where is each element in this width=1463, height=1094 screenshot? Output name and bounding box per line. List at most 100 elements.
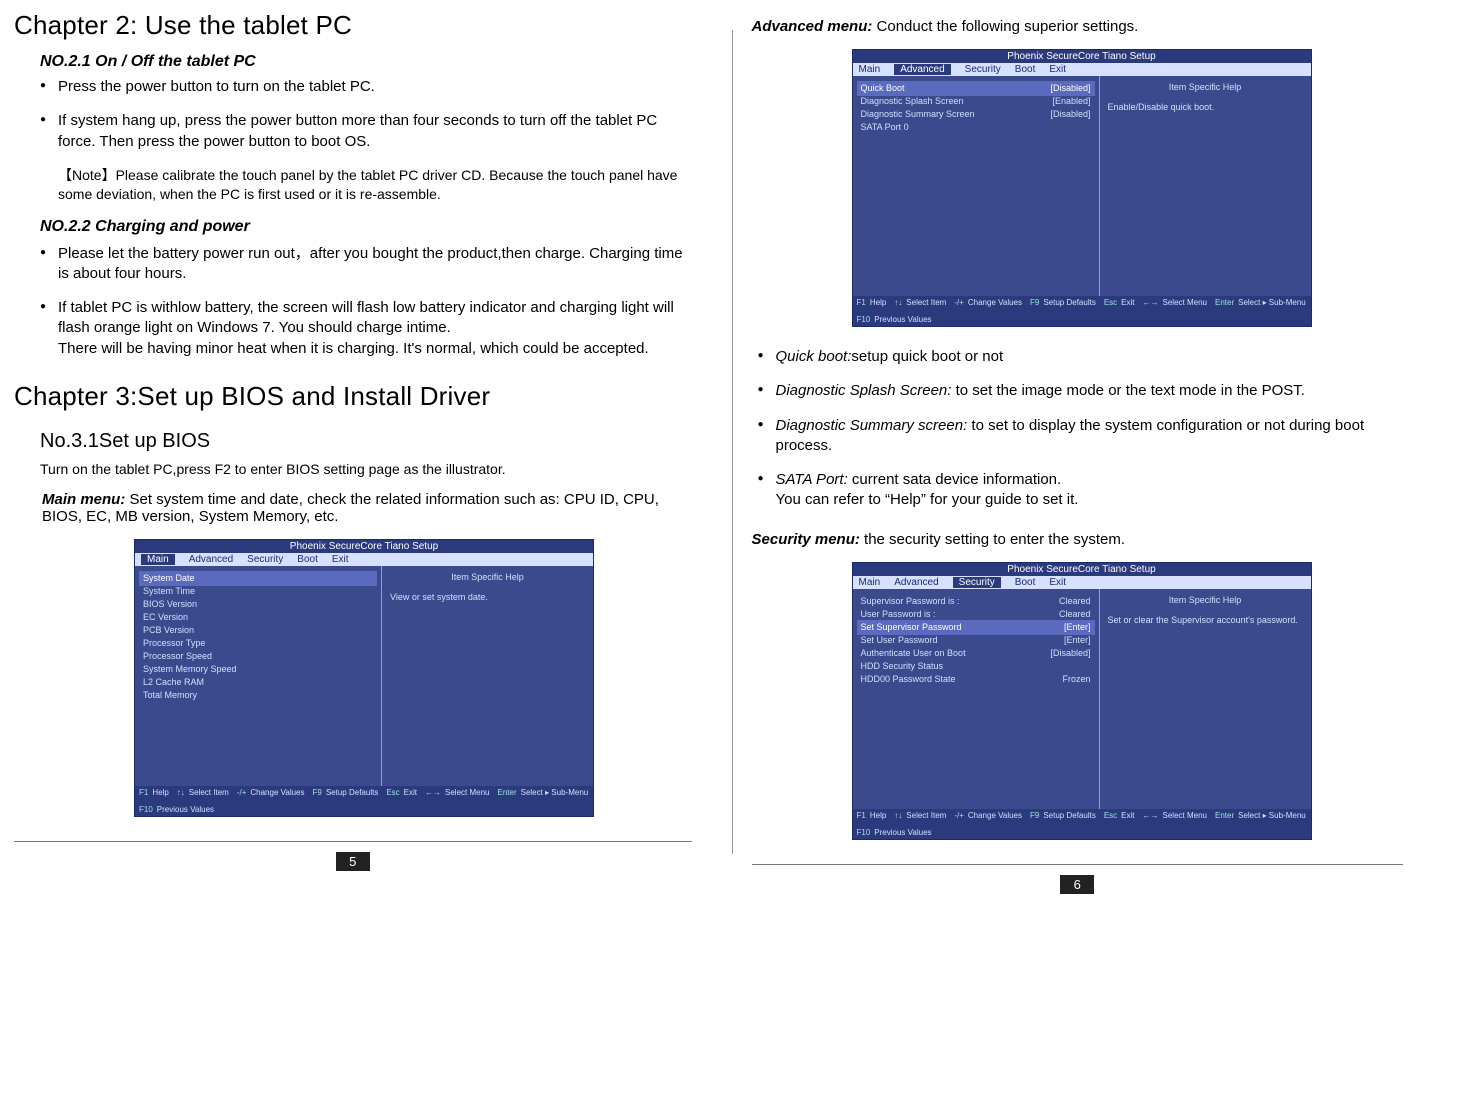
page-divider [732,30,733,854]
bios-footer-item: F10Previous Values [857,828,932,837]
bios-footer-item: ↑↓Select Item [177,788,229,797]
section-3-1-title: No.3.1Set up BIOS [40,430,692,453]
list-item: If tablet PC is withlow battery, the scr… [40,298,692,359]
bios-row: Set Supervisor Password[Enter] [857,620,1095,635]
item-text: to set the image mode or the text mode i… [951,382,1305,399]
bios-help-text: Set or clear the Supervisor account's pa… [1108,615,1303,625]
bios-help-header: Item Specific Help [390,572,585,582]
advanced-menu-lead: Advanced menu: [752,18,873,35]
note-text: 【Note】Please calibrate the touch panel b… [58,166,692,204]
advanced-menu-text: Conduct the following superior settings. [872,18,1138,35]
bios-tab: Security [247,554,283,565]
item-lead: Diagnostic Summary screen: [776,417,968,434]
bios-row: HDD00 Password StateFrozen [861,673,1091,686]
bios-main-screenshot: Phoenix SecureCore Tiano Setup Main Adva… [134,539,594,817]
bios-tab: Exit [1049,577,1066,588]
page-left: Chapter 2: Use the tablet PC NO.2.1 On /… [0,0,732,914]
bios-footer-item: F1Help [857,298,887,307]
bios-help-text: View or set system date. [390,592,585,602]
item-lead: Diagnostic Splash Screen: [776,382,952,399]
bios-footer-item: -/+Change Values [954,811,1022,820]
list-item: If system hang up, press the power butto… [40,111,692,152]
bios-row: Total Memory [143,689,373,702]
bios-row: HDD Security Status [861,660,1091,673]
page-number: 5 [336,852,370,871]
item-text: setup quick boot or not [851,348,1003,365]
bios-footer-item: EnterSelect ▸ Sub-Menu [1215,298,1306,307]
bios-help-text: Enable/Disable quick boot. [1108,102,1303,112]
bios-title: Phoenix SecureCore Tiano Setup [853,563,1311,576]
bios-help-header: Item Specific Help [1108,595,1303,605]
bios-footer-item: ←→Select Menu [1143,298,1207,307]
bios-tab-security: Security [953,577,1001,588]
bios-footer-item: ↑↓Select Item [894,298,946,307]
bios-right-pane: Item Specific Help Enable/Disable quick … [1100,76,1311,296]
section-2-1-title: NO.2.1 On / Off the tablet PC [40,53,692,71]
bios-row: Diagnostic Splash Screen[Enabled] [861,95,1091,108]
bios-tabs: Main Advanced Security Boot Exit [135,553,593,566]
section-3-1-intro: Turn on the tablet PC,press F2 to enter … [40,461,692,477]
bios-title: Phoenix SecureCore Tiano Setup [853,50,1311,63]
bios-footer-item: EnterSelect ▸ Sub-Menu [497,788,588,797]
bios-row: BIOS Version [143,598,373,611]
bios-left-pane: Quick Boot[Disabled]Diagnostic Splash Sc… [853,76,1100,296]
security-menu-lead: Security menu: [752,531,860,548]
item-lead: SATA Port: [776,471,848,488]
bios-row: System Time [143,585,373,598]
main-menu-text: Set system time and date, check the rela… [42,491,659,525]
bios-footer: F1Help ↑↓Select Item -/+Change Values F9Set… [853,296,1311,326]
page-right: Advanced menu: Conduct the following sup… [732,0,1463,914]
bios-row: SATA Port 0 [861,121,1091,134]
footer-rule [752,864,1404,865]
bios-title: Phoenix SecureCore Tiano Setup [135,540,593,553]
bios-tab-main: Main [141,554,175,565]
bios-footer-item: F10Previous Values [857,315,932,324]
bios-row: System Date [139,571,377,586]
chapter3-title: Chapter 3:Set up BIOS and Install Driver [14,381,692,412]
bios-advanced-screenshot: Phoenix SecureCore Tiano Setup Main Adva… [852,49,1312,327]
list-item: SATA Port: current sata device informati… [758,470,1404,511]
bios-footer-item: EnterSelect ▸ Sub-Menu [1215,811,1306,820]
bios-row: Supervisor Password is :Cleared [861,595,1091,608]
bios-footer-item: -/+Change Values [954,298,1022,307]
bios-footer: F1Help↑↓Select Item-/+Change ValuesF9Set… [853,809,1311,839]
section-2-2-list: Please let the battery power run out，aft… [40,244,692,359]
bios-row: Processor Speed [143,650,373,663]
bios-tab: Advanced [894,577,938,588]
item-lead: Quick boot: [776,348,852,365]
list-item: Press the power button to turn on the ta… [40,77,692,97]
bios-footer-item: EscExit [1104,298,1135,307]
bios-footer-item: EscExit [386,788,417,797]
bios-left-pane: Supervisor Password is :ClearedUser Pass… [853,589,1100,809]
page-number: 6 [1060,875,1094,894]
bios-tabs: Main Advanced Security Boot Exit [853,63,1311,76]
bios-right-pane: Item Specific Help View or set system da… [382,566,593,786]
bios-row: Diagnostic Summary Screen[Disabled] [861,108,1091,121]
bios-row: EC Version [143,611,373,624]
list-item: Diagnostic Splash Screen: to set the ima… [758,381,1404,401]
bios-footer-item: ←→Select Menu [425,788,489,797]
bios-footer-item: F9Setup Defaults [1030,298,1096,307]
footer-rule [14,841,692,842]
bios-right-pane: Item Specific Help Set or clear the Supe… [1100,589,1311,809]
bios-footer-item: ↑↓Select Item [894,811,946,820]
bios-footer-item: F10Previous Values [139,805,214,814]
bios-tab: Exit [1049,64,1066,75]
list-item: Diagnostic Summary screen: to set to dis… [758,416,1404,457]
bios-left-pane: System DateSystem TimeBIOS VersionEC Ver… [135,566,382,786]
advanced-menu-desc: Advanced menu: Conduct the following sup… [752,18,1404,35]
security-menu-desc: Security menu: the security setting to e… [752,531,1404,548]
bios-tab-advanced: Advanced [894,64,950,75]
bios-tab: Main [859,64,881,75]
section-2-2-title: NO.2.2 Charging and power [40,218,692,236]
bios-row: Processor Type [143,637,373,650]
bios-footer-item: F9Setup Defaults [313,788,379,797]
bios-tab: Boot [297,554,318,565]
bios-row: Set User Password[Enter] [861,634,1091,647]
bios-footer: F1Help↑↓Select Item-/+Change ValuesF9Set… [135,786,593,816]
bios-row: L2 Cache RAM [143,676,373,689]
main-menu-lead: Main menu: [42,491,125,508]
security-menu-text: the security setting to enter the system… [860,531,1125,548]
bios-tab: Boot [1015,64,1036,75]
chapter2-title: Chapter 2: Use the tablet PC [14,10,692,41]
